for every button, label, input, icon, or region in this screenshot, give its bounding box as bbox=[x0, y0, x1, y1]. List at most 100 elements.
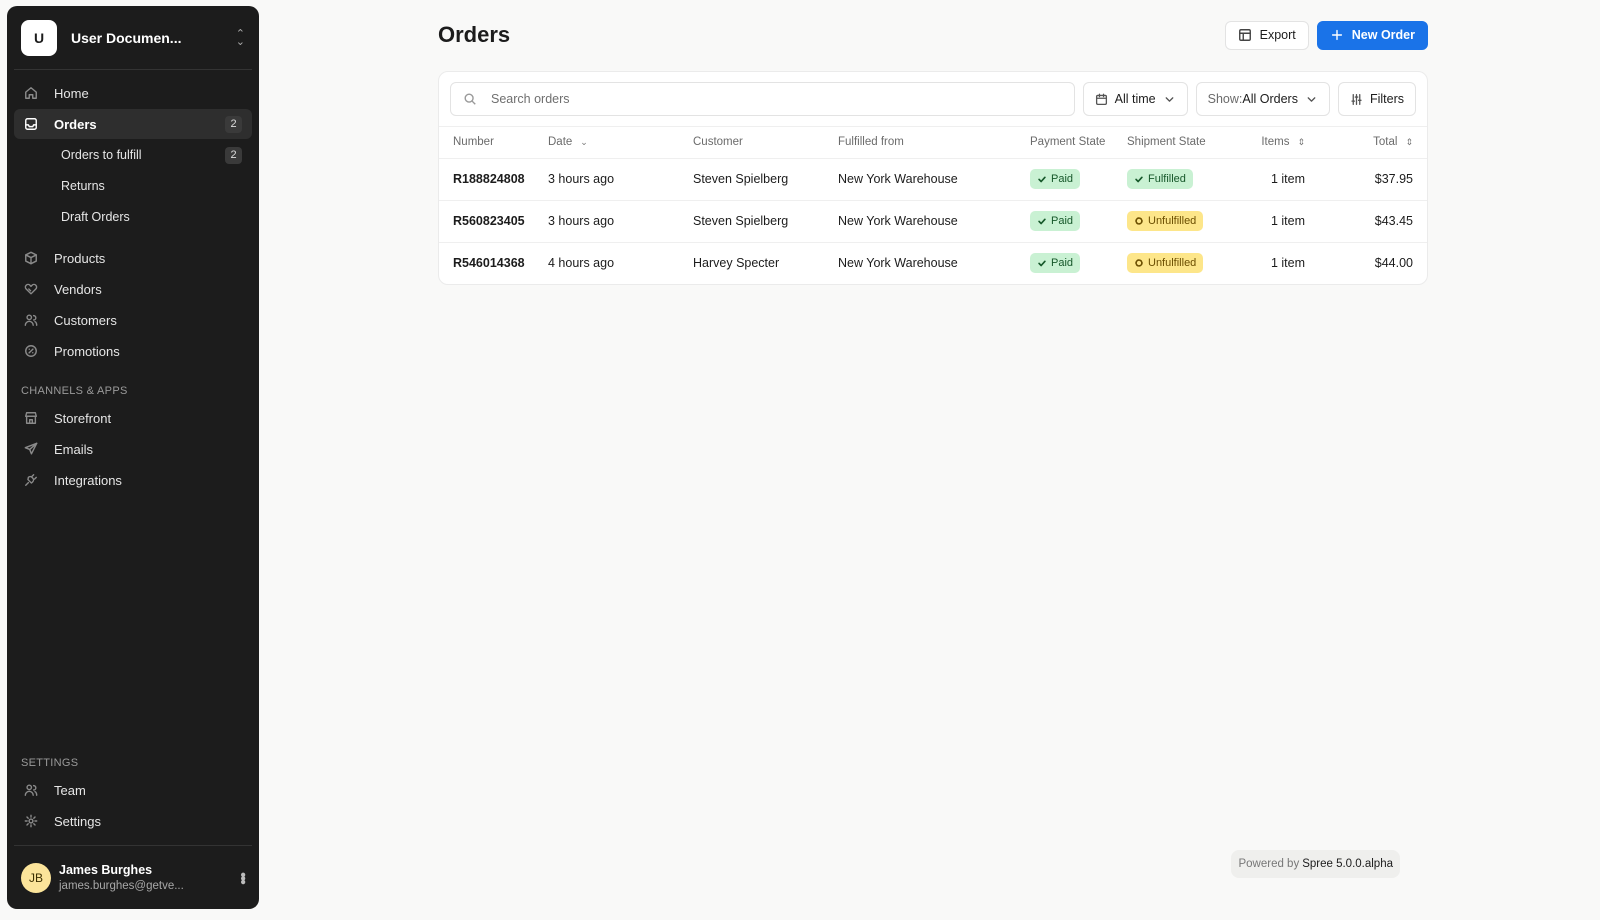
plug-icon bbox=[24, 473, 38, 487]
nav-item-team[interactable]: Team bbox=[14, 775, 252, 805]
users-icon bbox=[24, 783, 38, 797]
chevron-down-icon: ⌄ bbox=[580, 136, 588, 147]
main-nav: Home Orders 2 Orders to fulfill 2 Return… bbox=[7, 70, 259, 367]
sliders-icon bbox=[1351, 93, 1362, 105]
handshake-icon bbox=[24, 282, 38, 296]
orders-card: All time Show: All Orders Filters Number… bbox=[438, 71, 1428, 285]
table-row[interactable]: R188824808 3 hours ago Steven Spielberg … bbox=[439, 158, 1427, 201]
table-header-row: Number Date ⌄ Customer Fulfilled from Pay… bbox=[439, 127, 1427, 159]
nav-item-products[interactable]: Products bbox=[14, 243, 252, 273]
order-number[interactable]: R546014368 bbox=[439, 242, 534, 284]
column-header-total[interactable]: Total ⇕ bbox=[1319, 127, 1427, 159]
order-date: 3 hours ago bbox=[534, 158, 679, 201]
user-name: James Burghes bbox=[59, 863, 153, 877]
nav-item-integrations[interactable]: Integrations bbox=[14, 465, 252, 495]
inbox-icon bbox=[24, 117, 38, 131]
order-items: 1 item bbox=[1233, 158, 1319, 201]
home-icon bbox=[24, 86, 38, 100]
column-header-items[interactable]: Items ⇕ bbox=[1233, 127, 1319, 159]
order-date: 3 hours ago bbox=[534, 200, 679, 243]
nav-label: Promotions bbox=[54, 343, 120, 359]
order-number[interactable]: R188824808 bbox=[439, 158, 534, 201]
new-order-button[interactable]: New Order bbox=[1316, 20, 1428, 50]
nav-label: Storefront bbox=[54, 410, 112, 426]
filters-button[interactable]: Filters bbox=[1337, 82, 1416, 116]
nav-item-orders[interactable]: Orders 2 bbox=[14, 109, 252, 139]
date-filter-dropdown[interactable]: All time bbox=[1082, 82, 1188, 116]
order-items: 1 item bbox=[1270, 256, 1305, 271]
nav-item-vendors[interactable]: Vendors bbox=[14, 274, 252, 304]
order-total: $37.95 bbox=[1319, 158, 1427, 201]
export-button[interactable]: Export bbox=[1224, 20, 1309, 50]
settings-nav: Team Settings bbox=[7, 775, 259, 837]
shipment-status-badge: Fulfilled bbox=[1127, 169, 1193, 189]
payment-state-cell: Paid bbox=[1016, 158, 1113, 201]
nav-item-customers[interactable]: Customers bbox=[14, 305, 252, 335]
sort-icon: ⇕ bbox=[1405, 136, 1413, 147]
nav-label: Orders to fulfill bbox=[61, 148, 142, 162]
package-icon bbox=[24, 251, 38, 265]
order-customer: Steven Spielberg bbox=[679, 200, 824, 243]
column-header-date-label: Date bbox=[548, 136, 573, 149]
nav-item-settings[interactable]: Settings bbox=[14, 806, 252, 836]
table-row[interactable]: R546014368 4 hours ago Harvey Specter Ne… bbox=[439, 242, 1427, 284]
chevron-down-icon bbox=[1165, 96, 1174, 102]
order-date: 4 hours ago bbox=[548, 256, 615, 271]
nav-item-storefront[interactable]: Storefront bbox=[14, 403, 252, 433]
payment-status-badge: Paid bbox=[1030, 211, 1081, 231]
chevron-down-icon bbox=[1307, 96, 1316, 102]
table-row[interactable]: R560823405 3 hours ago Steven Spielberg … bbox=[439, 200, 1427, 243]
date-filter-value: All time bbox=[1114, 92, 1156, 106]
orders-to-fulfill-count-badge: 2 bbox=[225, 146, 242, 164]
shipment-status-label: Fulfilled bbox=[1148, 173, 1186, 185]
column-header-date[interactable]: Date ⌄ bbox=[534, 127, 679, 159]
powered-by-brand-link[interactable]: Spree 5.0.0.alpha bbox=[1302, 858, 1393, 870]
channels-nav: Storefront Emails Integrations bbox=[7, 403, 259, 496]
payment-status-label: Paid bbox=[1051, 215, 1074, 227]
order-number[interactable]: R560823405 bbox=[439, 200, 534, 243]
check-icon bbox=[1135, 176, 1143, 183]
sidebar: U User Documen... ⌃ ⌄ Home Orders 2 Order… bbox=[7, 6, 259, 909]
calendar-icon bbox=[1095, 93, 1107, 105]
sort-icon: ⇕ bbox=[1297, 136, 1305, 147]
show-filter-dropdown[interactable]: Show: All Orders bbox=[1195, 82, 1330, 116]
nav-label: Draft Orders bbox=[61, 210, 130, 224]
nav-item-orders-to-fulfill[interactable]: Orders to fulfill 2 bbox=[14, 140, 252, 170]
send-icon bbox=[24, 442, 38, 456]
search-box[interactable] bbox=[450, 82, 1075, 116]
nav-label: Vendors bbox=[54, 281, 102, 297]
orders-toolbar: All time Show: All Orders Filters bbox=[439, 72, 1427, 127]
shipment-state-cell: Unfulfilled bbox=[1113, 242, 1233, 284]
order-fulfilled-from: New York Warehouse bbox=[824, 158, 1016, 201]
search-input[interactable] bbox=[491, 92, 1062, 106]
gear-icon bbox=[24, 814, 38, 828]
shipment-status-label: Unfulfilled bbox=[1148, 215, 1197, 227]
more-vertical-icon[interactable]: ••• bbox=[234, 872, 251, 883]
shipment-status-badge: Unfulfilled bbox=[1127, 253, 1204, 274]
nav-item-promotions[interactable]: Promotions bbox=[14, 336, 252, 366]
search-icon bbox=[464, 93, 476, 105]
nav-item-home[interactable]: Home bbox=[14, 78, 252, 108]
orders-count-badge: 2 bbox=[225, 115, 242, 133]
user-email: james.burghes@getve... bbox=[59, 880, 184, 892]
nav-label: Team bbox=[54, 782, 86, 798]
column-header-number: Number bbox=[439, 127, 534, 159]
settings-section-title: SETTINGS bbox=[21, 757, 79, 769]
channels-section-title: CHANNELS & APPS bbox=[21, 385, 128, 397]
show-filter-prefix: Show: bbox=[1207, 92, 1243, 106]
store-switcher[interactable]: U User Documen... ⌃ ⌄ bbox=[14, 6, 252, 70]
main-content: Orders Export New Order All time bbox=[438, 20, 1428, 285]
column-header-shipment-state: Shipment State bbox=[1113, 127, 1233, 159]
order-fulfilled-from: New York Warehouse bbox=[838, 256, 958, 271]
payment-status-label: Paid bbox=[1051, 257, 1074, 270]
nav-label: Orders bbox=[54, 116, 97, 132]
chevron-up-down-icon: ⌃ ⌄ bbox=[235, 27, 245, 48]
nav-item-emails[interactable]: Emails bbox=[14, 434, 252, 464]
nav-label: Emails bbox=[54, 441, 94, 457]
user-menu[interactable]: JB James Burghes james.burghes@getve... … bbox=[14, 845, 252, 909]
order-items: 1 item bbox=[1233, 200, 1319, 243]
nav-item-draft-orders[interactable]: Draft Orders bbox=[14, 202, 252, 232]
nav-item-returns[interactable]: Returns bbox=[14, 171, 252, 201]
shipment-status-badge: Unfulfilled bbox=[1127, 211, 1204, 231]
column-header-items-label: Items bbox=[1261, 136, 1290, 149]
